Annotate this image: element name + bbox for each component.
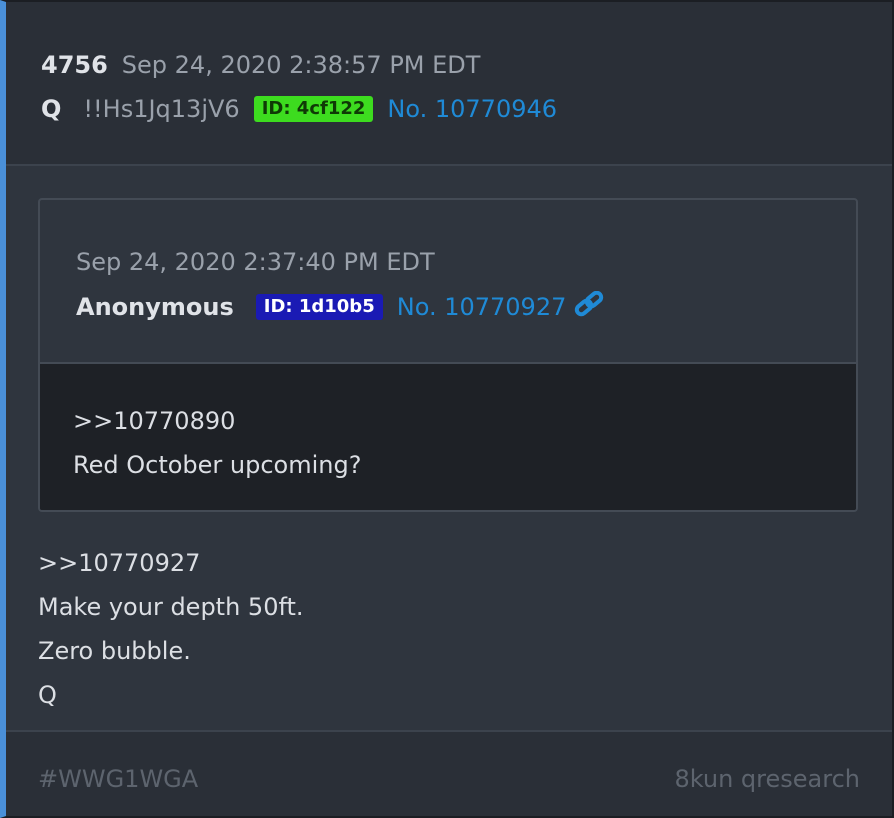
quoted-body-line: Red October upcoming? — [73, 451, 362, 479]
link-icon[interactable] — [574, 290, 604, 317]
post-header-line2: Q !!Hs1Jq13jV6 ID: 4cf122 No. 10770946 — [41, 94, 557, 124]
post-body-line: Q — [38, 681, 57, 709]
post-header-line1: 4756 Sep 24, 2020 2:38:57 PM EDT — [41, 50, 480, 80]
post-header: 4756 Sep 24, 2020 2:38:57 PM EDT Q !!Hs1Jq… — [6, 2, 892, 166]
quoted-post: Sep 24, 2020 2:37:40 PM EDT Anonymous ID:… — [38, 198, 858, 512]
post-card: 4756 Sep 24, 2020 2:38:57 PM EDT Q !!Hs1Jq… — [0, 0, 894, 818]
footer-source: 8kun qresearch — [674, 765, 860, 793]
post-id-badge: ID: 4cf122 — [253, 96, 374, 122]
footer-hashtag: #WWG1WGA — [38, 765, 199, 793]
quoted-post-header: Sep 24, 2020 2:37:40 PM EDT Anonymous ID:… — [40, 200, 856, 364]
post-body-line: Zero bubble. — [38, 637, 191, 665]
quoted-body-line: >>10770890 — [73, 407, 236, 435]
quoted-id-badge: ID: 1d10b5 — [255, 294, 383, 320]
quoted-author: Anonymous — [76, 293, 234, 321]
post-number: 4756 — [41, 51, 108, 79]
post-tripcode: !!Hs1Jq13jV6 — [83, 95, 240, 123]
post-footer: #WWG1WGA 8kun qresearch — [6, 730, 892, 816]
post-body-line: >>10770927 — [38, 549, 201, 577]
post-number-link[interactable]: No. 10770946 — [387, 95, 557, 123]
post-timestamp: Sep 24, 2020 2:38:57 PM EDT — [121, 51, 481, 79]
quoted-timestamp: Sep 24, 2020 2:37:40 PM EDT — [76, 248, 435, 276]
quoted-header-line1: Sep 24, 2020 2:37:40 PM EDT — [76, 247, 435, 277]
quoted-header-line2: Anonymous ID: 1d10b5 No. 10770927 — [76, 290, 604, 322]
quoted-post-body: >>10770890 Red October upcoming? — [40, 364, 856, 510]
post-author: Q — [41, 95, 62, 123]
post-body-line: Make your depth 50ft. — [38, 593, 304, 621]
quoted-number-link[interactable]: No. 10770927 — [397, 293, 567, 321]
